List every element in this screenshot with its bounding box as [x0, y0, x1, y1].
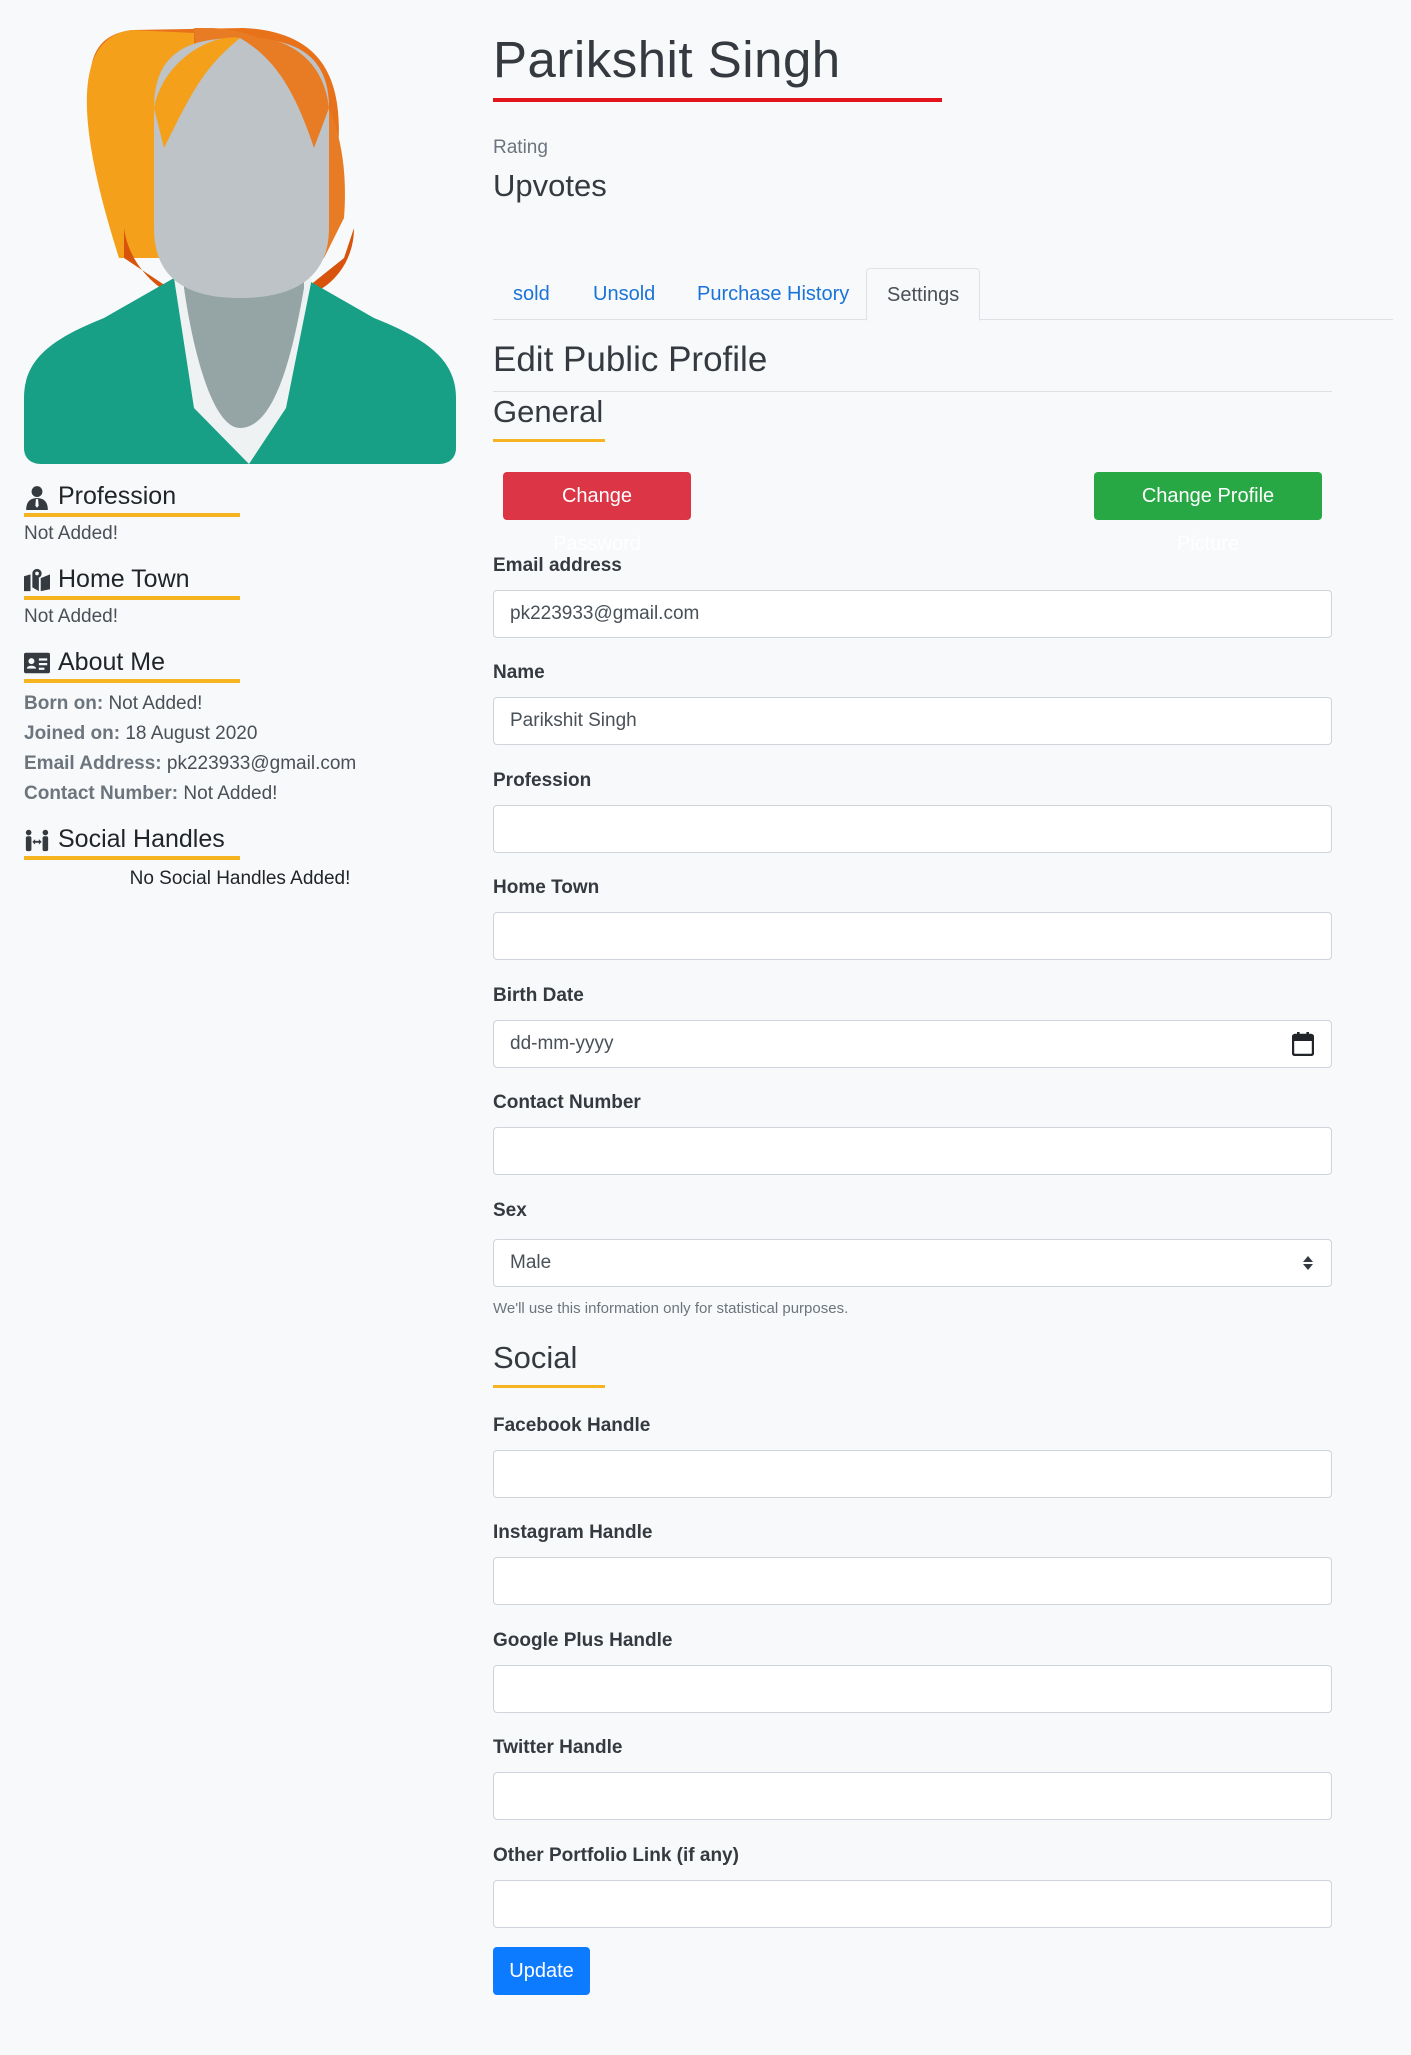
profession-label: Profession	[493, 770, 592, 791]
birthdate-input[interactable]	[493, 1020, 1332, 1068]
portfolio-label: Other Portfolio Link (if any)	[493, 1845, 739, 1866]
calendar-icon[interactable]	[1292, 1032, 1314, 1056]
edit-profile-title: Edit Public Profile	[493, 340, 768, 379]
email-value: pk223933@gmail.com	[166, 753, 357, 774]
sex-label: Sex	[493, 1200, 527, 1221]
avatar	[24, 28, 456, 464]
about-section: About Me Born on: Not Added! Joined on: …	[24, 648, 456, 809]
no-social-message: No Social Handles Added!	[129, 868, 351, 889]
twitter-label: Twitter Handle	[493, 1737, 623, 1758]
hometown-label: Home Town	[493, 877, 600, 898]
change-password-button[interactable]: Change Password	[503, 472, 691, 555]
profession-heading-text: Profession	[58, 482, 177, 510]
profile-sidebar: Profession Not Added! Home Town Not Adde…	[24, 28, 456, 890]
tab-unsold[interactable]: Unsold	[573, 268, 675, 320]
divider	[493, 391, 1332, 392]
joined-value: 18 August 2020	[125, 723, 258, 744]
profile-tabs: sold Unsold Purchase History Settings	[493, 268, 1393, 321]
joined-label: Joined on:	[24, 723, 121, 744]
email-label: Email address	[493, 555, 622, 576]
contact-field[interactable]	[493, 1127, 1332, 1175]
name-label: Name	[493, 662, 545, 683]
page-title: Parikshit Singh	[493, 31, 841, 88]
tab-sold[interactable]: sold	[493, 268, 570, 320]
rating-label: Rating	[493, 137, 548, 158]
contact-value: Not Added!	[183, 783, 278, 804]
social-section: Social Handles No Social Handles Added!	[24, 825, 456, 890]
select-arrows-icon[interactable]	[1302, 1255, 1314, 1271]
social-heading: Social Handles	[24, 825, 240, 860]
googleplus-label: Google Plus Handle	[493, 1630, 673, 1651]
hometown-heading-text: Home Town	[58, 565, 190, 593]
profession-section: Profession Not Added!	[24, 482, 456, 545]
born-value: Not Added!	[108, 693, 203, 714]
profession-value: Not Added!	[24, 523, 119, 544]
change-profile-picture-button[interactable]: Change Profile Picture	[1094, 472, 1322, 555]
tab-settings[interactable]: Settings	[866, 268, 981, 321]
hometown-heading: Home Town	[24, 565, 240, 600]
profession-heading: Profession	[24, 482, 240, 517]
hometown-field[interactable]	[493, 912, 1332, 960]
name-field[interactable]	[493, 697, 1332, 745]
portfolio-field[interactable]	[493, 1880, 1332, 1928]
map-marked-icon	[24, 568, 50, 591]
title-underline	[493, 98, 942, 102]
profession-field[interactable]	[493, 805, 1332, 853]
instagram-label: Instagram Handle	[493, 1522, 653, 1543]
social-heading-text: Social Handles	[58, 825, 225, 853]
hometown-section: Home Town Not Added!	[24, 565, 456, 628]
sex-select[interactable]: Male	[493, 1239, 1332, 1287]
general-underline	[493, 439, 605, 442]
contact-label: Contact Number	[493, 1092, 641, 1113]
tab-purchase-history[interactable]: Purchase History	[677, 268, 869, 320]
update-button[interactable]: Update	[493, 1947, 590, 1995]
email-row: Email Address: pk223933@gmail.com	[24, 749, 456, 779]
rating-value: Upvotes	[493, 168, 607, 203]
born-row: Born on: Not Added!	[24, 689, 456, 719]
about-heading-text: About Me	[58, 648, 166, 676]
people-arrows-icon	[25, 829, 49, 851]
email-label: Email Address:	[24, 753, 162, 774]
hometown-value: Not Added!	[24, 606, 119, 627]
id-card-icon	[24, 652, 50, 673]
email-field[interactable]	[493, 590, 1332, 638]
googleplus-field[interactable]	[493, 1665, 1332, 1713]
twitter-field[interactable]	[493, 1772, 1332, 1820]
sex-help-text: We'll use this information only for stat…	[493, 1300, 849, 1317]
facebook-field[interactable]	[493, 1450, 1332, 1498]
contact-row: Contact Number: Not Added!	[24, 779, 456, 809]
about-heading: About Me	[24, 648, 240, 683]
social-heading: Social	[493, 1340, 578, 1375]
general-heading: General	[493, 394, 604, 429]
birthdate-field[interactable]	[493, 1020, 1332, 1068]
sex-selected-value[interactable]: Male	[493, 1239, 1332, 1287]
birthdate-label: Birth Date	[493, 985, 584, 1006]
joined-row: Joined on: 18 August 2020	[24, 719, 456, 749]
social-underline	[493, 1385, 605, 1388]
born-label: Born on:	[24, 693, 104, 714]
instagram-field[interactable]	[493, 1557, 1332, 1605]
contact-label: Contact Number:	[24, 783, 179, 804]
user-tie-icon	[26, 485, 48, 510]
facebook-label: Facebook Handle	[493, 1415, 651, 1436]
